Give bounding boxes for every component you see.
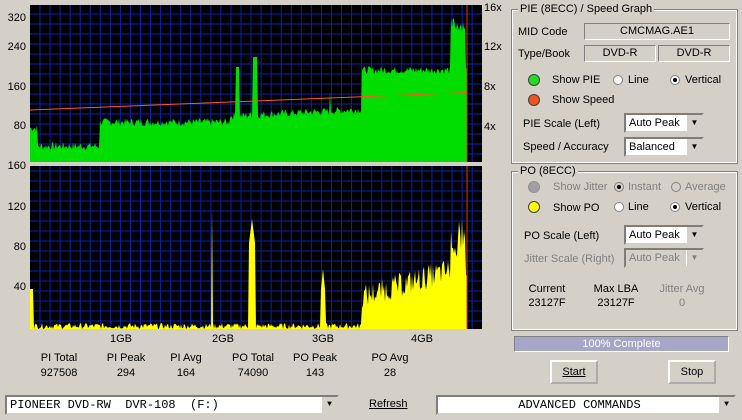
pi-avg-label: PI Avg: [170, 352, 202, 364]
pie-vertical-label[interactable]: Vertical: [685, 74, 721, 86]
advanced-commands-select[interactable]: ADVANCED COMMANDS ▼: [436, 395, 736, 415]
pie-graph: [30, 5, 482, 162]
x-label-3gb: 3GB: [311, 333, 334, 345]
drive-select[interactable]: PIONEER DVD-RW DVR-108 (F:) ▼: [5, 395, 339, 415]
stop-button[interactable]: Stop: [668, 360, 716, 384]
show-jitter-checkbox-label[interactable]: Show Jitter: [553, 181, 607, 193]
max-lba-label: Max LBA: [593, 283, 639, 295]
chevron-down-icon[interactable]: ▼: [686, 115, 702, 131]
speed-y-label-16x: 16x: [484, 2, 502, 14]
speed-y-label-8x: 8x: [484, 81, 496, 93]
book-value: DVD-R: [658, 45, 730, 62]
po-group-title: PO (8ECC): [518, 165, 578, 177]
po-y-label-40: 40: [13, 281, 26, 293]
advanced-commands-value: ADVANCED COMMANDS: [518, 398, 641, 412]
current-value: 23127F: [528, 297, 566, 309]
po-scale-select[interactable]: Auto Peak ▼: [624, 225, 704, 245]
pie-group-title: PIE (8ECC) / Speed Graph: [518, 3, 655, 15]
chevron-down-icon[interactable]: ▼: [686, 250, 702, 266]
pi-total-label: PI Total: [40, 352, 78, 364]
chevron-down-icon[interactable]: ▼: [321, 397, 337, 413]
chevron-down-icon[interactable]: ▼: [686, 227, 702, 243]
pie-y-label-320: 320: [7, 12, 26, 24]
speed-accuracy-value: Balanced: [629, 141, 675, 153]
x-label-1gb: 1GB: [109, 333, 132, 345]
jitter-avg-value: 0: [678, 297, 686, 309]
pie-scale-value: Auto Peak: [629, 117, 680, 129]
po-peak-label: PO Peak: [292, 352, 338, 364]
po-total-value: 74090: [237, 367, 269, 379]
po-vertical-radio[interactable]: [670, 202, 680, 212]
pie-y-label-160: 160: [7, 81, 26, 93]
po-total-label: PO Total: [232, 352, 274, 364]
drive-value: PIONEER DVD-RW DVR-108 (F:): [10, 398, 219, 412]
pi-avg-value: 164: [176, 367, 196, 379]
po-y-label-160: 160: [7, 160, 26, 172]
pi-total-value: 927508: [40, 367, 78, 379]
chevron-down-icon[interactable]: ▼: [686, 139, 702, 155]
po-avg-label: PO Avg: [371, 352, 409, 364]
po-y-label-80: 80: [13, 241, 26, 253]
po-y-label-120: 120: [7, 201, 26, 213]
po-line-label[interactable]: Line: [628, 201, 649, 213]
chevron-down-icon[interactable]: ▼: [718, 397, 734, 413]
max-lba-value: 23127F: [597, 297, 635, 309]
pie-y-label-80: 80: [13, 120, 26, 132]
po-scale-label: PO Scale (Left): [524, 230, 600, 242]
jitter-color-swatch: [528, 181, 540, 193]
show-po-checkbox-label[interactable]: Show PO: [553, 202, 599, 214]
pie-scale-select[interactable]: Auto Peak ▼: [624, 113, 704, 133]
pie-y-label-240: 240: [7, 41, 26, 53]
stop-button-label: Stop: [680, 366, 704, 378]
start-button-label: Start: [562, 366, 586, 378]
start-button[interactable]: Start: [550, 360, 598, 384]
pie-line-radio[interactable]: [613, 75, 623, 85]
jitter-scale-label: Jitter Scale (Right): [524, 253, 615, 265]
x-label-4gb: 4GB: [410, 333, 433, 345]
po-peak-value: 143: [305, 367, 325, 379]
speed-accuracy-select[interactable]: Balanced ▼: [624, 137, 704, 157]
po-graph: [30, 166, 482, 329]
mid-code-value: CMCMAG.AE1: [584, 23, 730, 40]
x-label-2gb: 2GB: [211, 333, 234, 345]
speed-y-label-12x: 12x: [484, 41, 502, 53]
progress-bar: 100% Complete: [514, 336, 729, 352]
current-label: Current: [528, 283, 566, 295]
jitter-scale-value: Auto Peak: [629, 252, 680, 264]
po-vertical-label[interactable]: Vertical: [685, 201, 721, 213]
type-value: DVD-R: [584, 45, 656, 62]
speed-y-label-4x: 4x: [484, 121, 496, 133]
refresh-button[interactable]: Refresh: [369, 398, 408, 410]
po-line-radio[interactable]: [614, 202, 624, 212]
jitter-scale-select[interactable]: Auto Peak ▼: [624, 248, 704, 268]
mid-code-label: MID Code: [518, 26, 568, 38]
show-pie-checkbox-label[interactable]: Show PIE: [552, 74, 600, 86]
type-book-label: Type/Book: [518, 48, 570, 60]
show-speed-checkbox-label[interactable]: Show Speed: [552, 94, 614, 106]
jitter-average-radio[interactable]: [671, 182, 681, 192]
pie-line-label[interactable]: Line: [628, 74, 649, 86]
jitter-instant-radio[interactable]: [614, 182, 624, 192]
jitter-avg-label: Jitter Avg: [659, 283, 705, 295]
speed-color-swatch: [528, 94, 540, 106]
pie-color-swatch: [528, 74, 540, 86]
pie-vertical-radio[interactable]: [670, 75, 680, 85]
speed-accuracy-label: Speed / Accuracy: [523, 141, 609, 153]
po-color-swatch: [528, 201, 540, 213]
pie-scale-label: PIE Scale (Left): [523, 118, 601, 130]
po-avg-value: 28: [383, 367, 397, 379]
progress-text: 100% Complete: [582, 338, 661, 350]
po-scale-value: Auto Peak: [629, 229, 680, 241]
jitter-instant-label[interactable]: Instant: [628, 181, 661, 193]
jitter-average-label[interactable]: Average: [685, 181, 726, 193]
